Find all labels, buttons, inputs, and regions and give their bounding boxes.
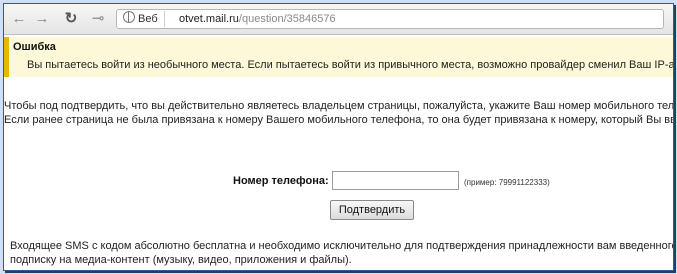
site-info-chip[interactable]: Веб <box>120 11 165 27</box>
instruction-line-1: Чтобы под подтвердить, что вы действител… <box>4 100 674 112</box>
phone-example-hint: (пример: 79991122333) <box>464 178 550 187</box>
phone-label: Номер телефона: <box>233 175 329 187</box>
sms-note-line-2: подписку на медиа-контент (музыку, видео… <box>10 254 352 266</box>
error-message: Вы пытаетесь войти из необычного места. … <box>27 59 674 71</box>
browser-toolbar: ← → ↻ ⊸ Веб otvet.mail.ru/question/35846… <box>4 4 673 35</box>
sms-note-line-1: Входящее SMS с кодом абсолютно бесплатна… <box>10 240 674 252</box>
back-arrow-icon[interactable]: ← <box>10 10 28 28</box>
url-path: /question/35846576 <box>238 13 336 25</box>
key-icon[interactable]: ⊸ <box>89 10 107 28</box>
url-text[interactable]: otvet.mail.ru/question/35846576 <box>179 11 336 27</box>
globe-icon <box>123 11 135 23</box>
phone-input[interactable] <box>332 171 459 190</box>
site-chip-label: Веб <box>138 13 158 25</box>
error-notice: Ошибка Вы пытаетесь войти из необычного … <box>4 37 673 77</box>
instruction-line-2: Если ранее страница не была привязана к … <box>4 114 674 126</box>
url-host: otvet.mail.ru <box>179 13 239 25</box>
reload-icon[interactable]: ↻ <box>62 10 80 28</box>
forward-arrow-icon[interactable]: → <box>33 10 51 28</box>
confirm-button[interactable]: Подтвердить <box>330 200 414 220</box>
error-title: Ошибка <box>13 41 56 53</box>
browser-window: ← → ↻ ⊸ Веб otvet.mail.ru/question/35846… <box>3 3 674 271</box>
address-bar[interactable]: Веб otvet.mail.ru/question/35846576 <box>116 9 664 29</box>
